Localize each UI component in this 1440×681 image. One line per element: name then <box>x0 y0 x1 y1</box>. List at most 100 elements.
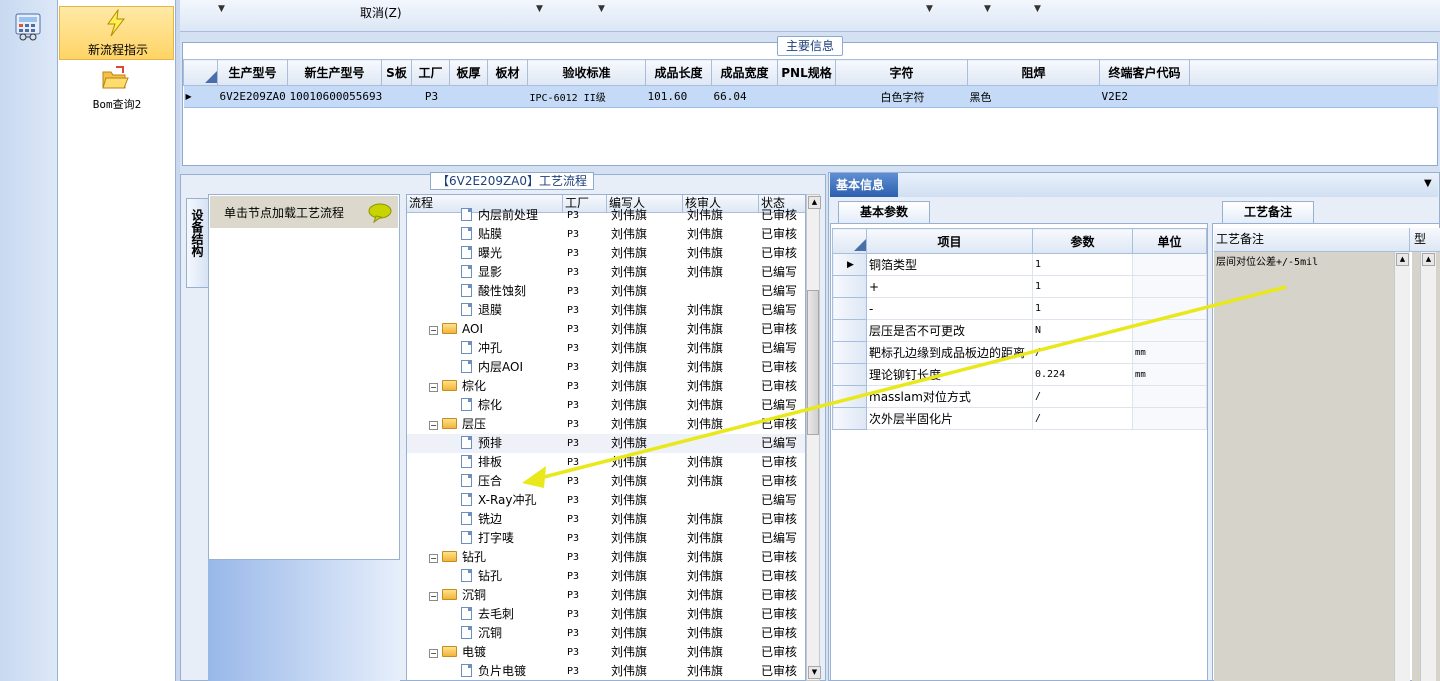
tree-cell-status[interactable]: 已审核 <box>759 415 803 434</box>
tree-cell-writer[interactable]: 刘伟旗 <box>607 415 683 434</box>
collapse-icon[interactable]: − <box>429 383 438 392</box>
chevron-down-icon[interactable]: ▼ <box>1424 178 1432 189</box>
tree-cell-status[interactable]: 已审核 <box>759 605 803 624</box>
param-value[interactable]: / <box>1032 385 1133 408</box>
column-header[interactable]: 工艺备注 <box>1214 228 1410 251</box>
row-header[interactable] <box>832 407 867 430</box>
column-header[interactable]: 型 <box>1410 228 1426 251</box>
tab-device-structure[interactable]: 设备结构 <box>186 198 208 288</box>
tree-cell-reviewer[interactable]: 刘伟旗 <box>683 586 759 605</box>
chevron-down-icon[interactable]: ▼ <box>1034 4 1041 14</box>
tree-row[interactable]: 贴膜 P3 刘伟旗 刘伟旗 已审核 <box>407 225 805 244</box>
param-unit[interactable] <box>1132 297 1207 320</box>
tree-node[interactable]: 排板 <box>407 453 563 472</box>
tree-cell-factory[interactable]: P3 <box>563 453 607 472</box>
tree-cell-status[interactable]: 已编写 <box>759 301 803 320</box>
param-unit[interactable] <box>1132 253 1207 276</box>
tree-cell-writer[interactable]: 刘伟旗 <box>607 529 683 548</box>
param-unit[interactable]: mm <box>1132 363 1207 386</box>
param-item[interactable]: masslam对位方式 <box>866 385 1033 408</box>
tree-cell-status[interactable]: 已审核 <box>759 662 803 680</box>
table-cell[interactable] <box>487 85 528 108</box>
chevron-down-icon[interactable]: ▼ <box>926 4 933 14</box>
tree-cell-reviewer[interactable]: 刘伟旗 <box>683 662 759 680</box>
tree-node[interactable]: − AOI <box>407 320 563 339</box>
tree-cell-reviewer[interactable]: 刘伟旗 <box>683 548 759 567</box>
cancel-button[interactable]: 取消(Z) <box>360 4 402 21</box>
table-row[interactable]: ▶ 铜箔类型 1 <box>832 253 1207 276</box>
tree-cell-factory[interactable]: P3 <box>563 567 607 586</box>
tree-cell-factory[interactable]: P3 <box>563 377 607 396</box>
tree-cell-status[interactable]: 已审核 <box>759 586 803 605</box>
tree-row[interactable]: 内层AOI P3 刘伟旗 刘伟旗 已审核 <box>407 358 805 377</box>
tree-row[interactable]: 曝光 P3 刘伟旗 刘伟旗 已审核 <box>407 244 805 263</box>
tree-row[interactable]: 压合 P3 刘伟旗 刘伟旗 已审核 <box>407 472 805 491</box>
tree-row[interactable]: 排板 P3 刘伟旗 刘伟旗 已审核 <box>407 453 805 472</box>
tree-node[interactable]: − 沉铜 <box>407 586 563 605</box>
tree-cell-writer[interactable]: 刘伟旗 <box>607 434 683 453</box>
column-header[interactable]: S板 <box>381 59 412 86</box>
calculator-icon[interactable] <box>8 8 48 46</box>
tree-cell-factory[interactable]: P3 <box>563 206 607 225</box>
tree-cell-status[interactable]: 已审核 <box>759 206 803 225</box>
table-cell[interactable]: 白色字符 <box>835 85 968 108</box>
tree-cell-factory[interactable]: P3 <box>563 605 607 624</box>
tree-row[interactable]: 棕化 P3 刘伟旗 刘伟旗 已编写 <box>407 396 805 415</box>
tree-cell-writer[interactable]: 刘伟旗 <box>607 624 683 643</box>
tree-cell-factory[interactable]: P3 <box>563 643 607 662</box>
column-header[interactable]: 生产型号 <box>217 59 288 86</box>
chevron-down-icon[interactable]: ▼ <box>218 4 225 14</box>
scroll-up-icon[interactable]: ▲ <box>1422 253 1435 266</box>
tree-row[interactable]: − 沉铜 P3 刘伟旗 刘伟旗 已审核 <box>407 586 805 605</box>
remark-scrollbar-2[interactable]: ▲ <box>1420 252 1436 681</box>
select-all-corner[interactable] <box>183 59 218 86</box>
row-header[interactable] <box>832 385 867 408</box>
tree-node[interactable]: 退膜 <box>407 301 563 320</box>
tree-row[interactable]: 冲孔 P3 刘伟旗 刘伟旗 已编写 <box>407 339 805 358</box>
tree-cell-reviewer[interactable]: 刘伟旗 <box>683 225 759 244</box>
remark-scrollbar[interactable]: ▲ <box>1394 252 1410 681</box>
tree-row[interactable]: 负片电镀 P3 刘伟旗 刘伟旗 已审核 <box>407 662 805 680</box>
tree-node[interactable]: 显影 <box>407 263 563 282</box>
tree-cell-writer[interactable]: 刘伟旗 <box>607 567 683 586</box>
tree-row[interactable]: − 钻孔 P3 刘伟旗 刘伟旗 已审核 <box>407 548 805 567</box>
tree-row[interactable]: 酸性蚀刻 P3 刘伟旗 已编写 <box>407 282 805 301</box>
tree-cell-factory[interactable]: P3 <box>563 358 607 377</box>
tree-node[interactable]: 负片电镀 <box>407 662 563 680</box>
tree-cell-writer[interactable]: 刘伟旗 <box>607 282 683 301</box>
column-header[interactable]: 参数 <box>1032 228 1133 254</box>
tree-cell-factory[interactable]: P3 <box>563 263 607 282</box>
column-header[interactable]: 字符 <box>835 59 968 86</box>
scrollbar-thumb[interactable] <box>807 290 819 435</box>
tree-cell-reviewer[interactable]: 刘伟旗 <box>683 377 759 396</box>
tree-cell-writer[interactable]: 刘伟旗 <box>607 605 683 624</box>
tab-basic-info[interactable]: 基本信息 <box>830 173 898 197</box>
table-row[interactable]: 靶标孔边缘到成品板边的距离 / mm <box>832 341 1207 364</box>
tree-scrollbar[interactable]: ▲ ▼ <box>806 194 821 681</box>
table-cell[interactable]: 101.60 <box>645 85 712 108</box>
param-value[interactable]: 1 <box>1032 275 1133 298</box>
collapse-icon[interactable]: − <box>429 421 438 430</box>
table-row[interactable]: +1 <box>832 275 1207 298</box>
tree-cell-factory[interactable]: P3 <box>563 225 607 244</box>
param-item[interactable]: 理论铆钉长度 <box>866 363 1033 386</box>
tree-row[interactable]: − AOI P3 刘伟旗 刘伟旗 已审核 <box>407 320 805 339</box>
tree-cell-reviewer[interactable]: 刘伟旗 <box>683 510 759 529</box>
tree-node[interactable]: 沉铜 <box>407 624 563 643</box>
column-header[interactable]: 单位 <box>1132 228 1207 254</box>
row-header[interactable] <box>832 319 867 342</box>
tree-cell-writer[interactable]: 刘伟旗 <box>607 662 683 680</box>
table-cell[interactable]: 6V2E209ZA0 <box>217 85 288 108</box>
tree-cell-writer[interactable]: 刘伟旗 <box>607 301 683 320</box>
tree-cell-factory[interactable]: P3 <box>563 510 607 529</box>
tree-node[interactable]: 棕化 <box>407 396 563 415</box>
tree-node[interactable]: − 棕化 <box>407 377 563 396</box>
tree-row[interactable]: 打字唛 P3 刘伟旗 刘伟旗 已编写 <box>407 529 805 548</box>
tree-row[interactable]: 钻孔 P3 刘伟旗 刘伟旗 已审核 <box>407 567 805 586</box>
param-item[interactable]: 靶标孔边缘到成品板边的距离 <box>866 341 1033 364</box>
tree-cell-factory[interactable]: P3 <box>563 301 607 320</box>
tree-cell-status[interactable]: 已编写 <box>759 282 803 301</box>
tree-row[interactable]: 沉铜 P3 刘伟旗 刘伟旗 已审核 <box>407 624 805 643</box>
column-header[interactable]: 新生产型号 <box>287 59 382 86</box>
tree-node[interactable]: X-Ray冲孔 <box>407 491 563 510</box>
